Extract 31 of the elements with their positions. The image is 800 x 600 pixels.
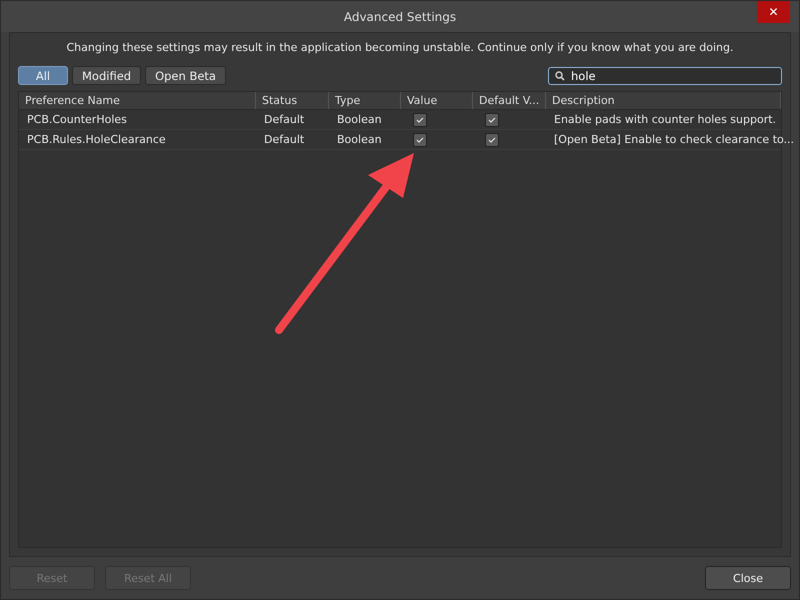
table-cell-text: Boolean xyxy=(336,133,383,146)
checkbox[interactable] xyxy=(485,112,499,126)
column-header[interactable]: Preference Name xyxy=(19,92,256,109)
column-header[interactable]: Description xyxy=(546,92,781,109)
dialog-button[interactable]: Close xyxy=(705,566,791,590)
table-cell-text: [Open Beta] Enable to check clearance to... xyxy=(553,133,794,146)
table-cell-text: PCB.Rules.HoleClearance xyxy=(26,133,167,146)
checkbox[interactable] xyxy=(485,132,499,146)
search-field[interactable]: hole xyxy=(548,66,782,84)
close-button[interactable]: ✕ xyxy=(757,1,790,23)
check-icon xyxy=(488,136,496,142)
window-title: Advanced Settings xyxy=(344,10,456,24)
table-cell-text: PCB.CounterHoles xyxy=(26,113,128,126)
check-icon xyxy=(416,136,424,142)
column-header[interactable]: Type xyxy=(329,92,401,109)
warning-text: Changing these settings may result in the application becoming unstable. Continue only if you know what you are doing. xyxy=(65,40,735,56)
filter-button[interactable]: Modified xyxy=(72,66,142,85)
checkbox[interactable] xyxy=(413,112,427,126)
search-icon xyxy=(555,70,565,80)
filter-button[interactable]: All xyxy=(18,66,68,85)
checkbox[interactable] xyxy=(413,132,427,146)
column-header[interactable]: Value xyxy=(401,92,473,109)
table-cell-text: Boolean xyxy=(336,113,383,126)
check-icon xyxy=(416,116,424,122)
check-icon xyxy=(488,116,496,122)
table-cell-text: Default xyxy=(263,133,306,146)
column-header[interactable]: Status xyxy=(256,92,329,109)
table-cell-text: Enable pads with counter holes support. xyxy=(553,113,778,126)
filter-button[interactable]: Open Beta xyxy=(145,66,226,85)
column-header[interactable]: Default V... xyxy=(473,92,546,109)
table-cell-text: Default xyxy=(263,113,306,126)
